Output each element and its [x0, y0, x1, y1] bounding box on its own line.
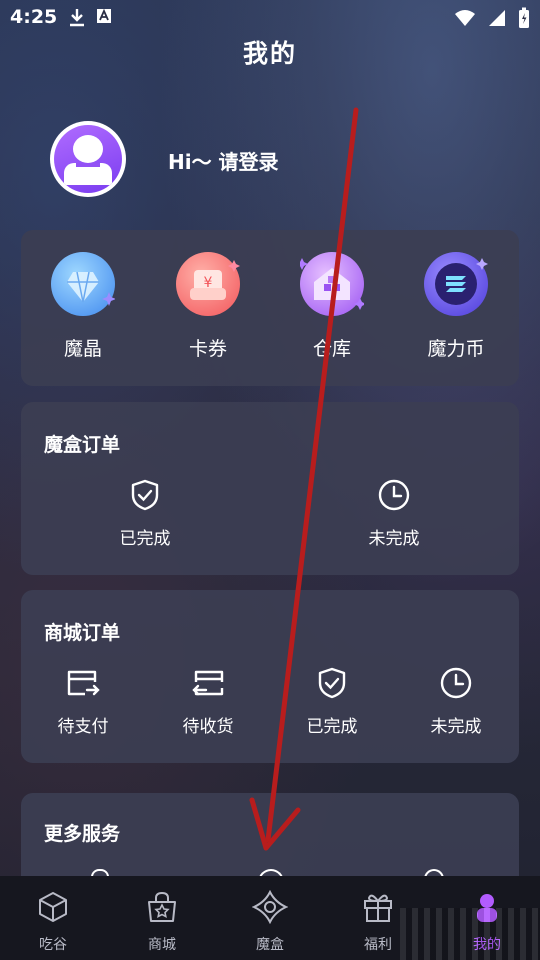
mall-order-pending[interactable]: 未完成 [396, 666, 516, 737]
gift-icon [364, 894, 392, 922]
cube-icon [39, 892, 67, 922]
order-label: 待支付 [57, 717, 109, 737]
asset-label: 卡券 [188, 338, 227, 360]
keyboard-a-icon [97, 8, 111, 23]
card-pay-icon [67, 670, 100, 696]
wifi-icon [455, 10, 475, 26]
order-label: 已完成 [306, 717, 358, 737]
tab-label: 魔盒 [256, 937, 284, 953]
tab-label: 吃谷 [39, 937, 67, 953]
asset-warehouse[interactable]: 仓库 [282, 252, 382, 361]
order-label: 已完成 [119, 529, 171, 549]
mall-orders-title: 商城订单 [44, 622, 121, 644]
more-services-title: 更多服务 [44, 823, 121, 845]
asset-label: 魔力币 [427, 338, 485, 360]
order-label: 待收货 [182, 717, 234, 737]
avatar[interactable] [50, 121, 126, 197]
coin-icon [424, 252, 488, 316]
watermark [400, 908, 540, 960]
box-order-completed[interactable]: 已完成 [85, 478, 205, 549]
asset-label: 仓库 [312, 338, 351, 360]
asset-crystal[interactable]: 魔晶 [33, 252, 133, 361]
asset-coin[interactable]: 魔力币 [406, 252, 506, 361]
crystal-icon [51, 252, 115, 316]
login-prompt[interactable]: Hi～ 请登录 [168, 146, 279, 175]
mall-order-completed[interactable]: 已完成 [272, 666, 392, 737]
battery-icon [519, 7, 529, 28]
clock-icon [378, 479, 410, 511]
order-label: 未完成 [368, 529, 420, 549]
tab-chigu[interactable]: 吃谷 [8, 890, 98, 954]
clock-icon [440, 667, 472, 699]
shopping-bag-icon [148, 892, 176, 922]
tab-label: 商城 [148, 937, 176, 953]
mall-order-unpaid[interactable]: 待支付 [23, 666, 143, 737]
box-orders-title: 魔盒订单 [44, 434, 121, 456]
coupon-icon: ¥ [176, 252, 240, 316]
tab-magic-box[interactable]: 魔盒 [225, 889, 315, 954]
signal-icon [489, 10, 505, 26]
asset-coupon[interactable]: ¥ 卡券 [158, 252, 258, 361]
mall-order-to-receive[interactable]: 待收货 [148, 666, 268, 737]
shield-check-icon [318, 667, 346, 699]
magic-box-icon [251, 889, 289, 925]
assets-card: 魔晶 ¥ 卡券 仓库 魔力币 [21, 230, 519, 386]
order-label: 未完成 [430, 717, 482, 737]
warehouse-icon [300, 252, 364, 316]
status-bar: 4:25 [0, 0, 540, 36]
mall-orders-card: 商城订单 待支付 待收货 已完成 未完成 [21, 590, 519, 763]
download-icon [70, 9, 84, 27]
box-orders-card: 魔盒订单 已完成 未完成 [21, 402, 519, 575]
page-title: 我的 [242, 39, 297, 68]
card-receive-icon [192, 670, 224, 696]
avatar-placeholder-icon [54, 125, 122, 193]
status-time: 4:25 [10, 6, 58, 28]
shield-check-icon [131, 479, 159, 511]
box-order-pending[interactable]: 未完成 [334, 478, 454, 549]
asset-label: 魔晶 [63, 338, 102, 360]
tab-mall[interactable]: 商城 [117, 890, 207, 954]
